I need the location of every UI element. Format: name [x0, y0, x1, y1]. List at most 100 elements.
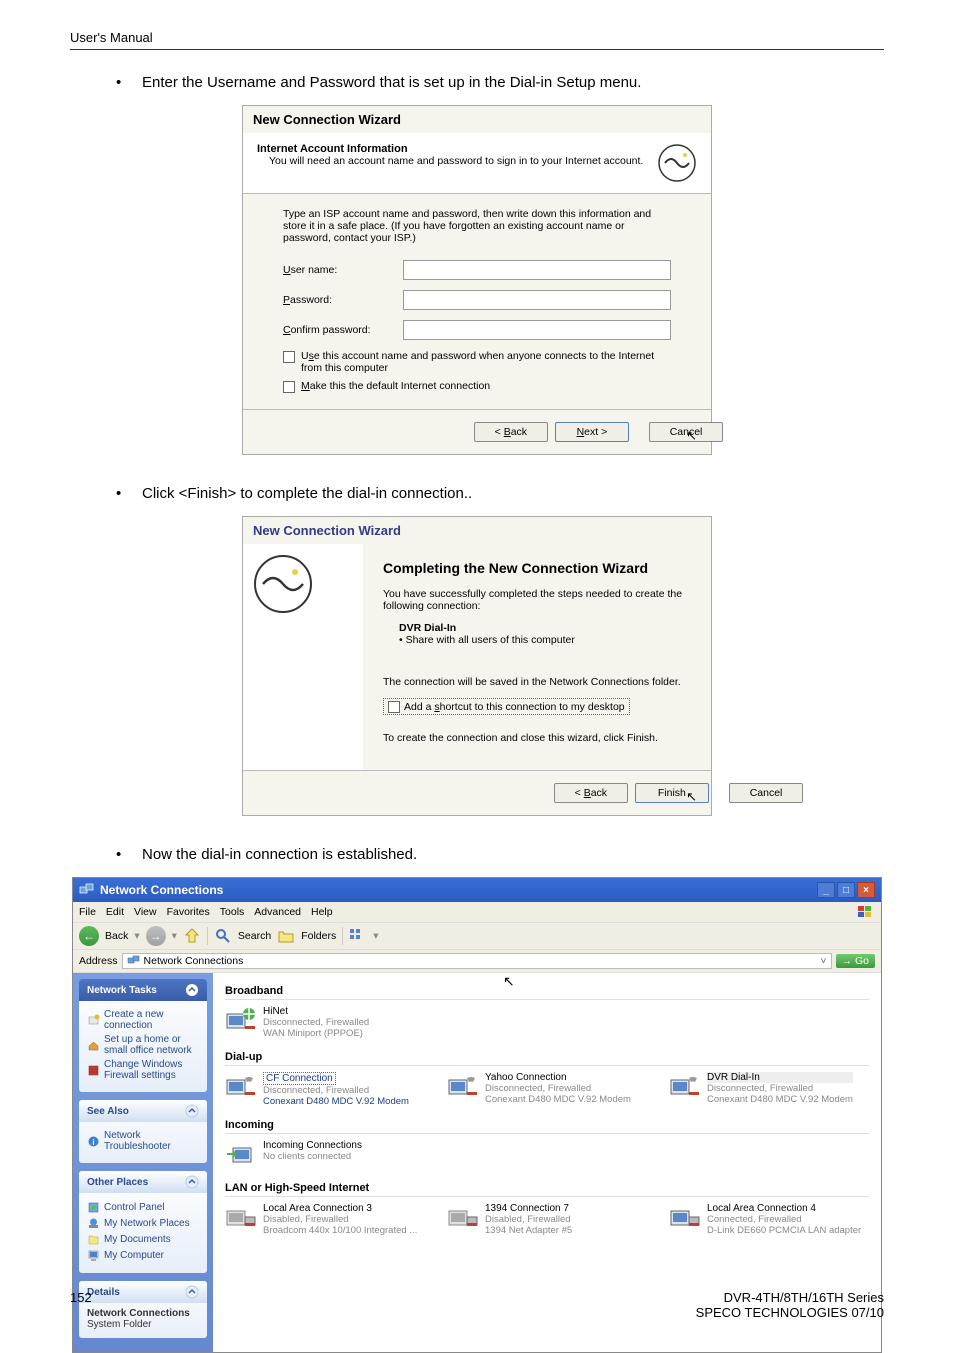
conn-incoming[interactable]: Incoming Connections No clients connecte…	[225, 1140, 425, 1170]
conn-status: Disconnected, Firewalled	[263, 1085, 409, 1096]
panel-head-network-tasks[interactable]: Network Tasks	[79, 979, 207, 1001]
panel-head-see-also[interactable]: See Also	[79, 1100, 207, 1122]
conn-device: Conexant D480 MDC V.92 Modem	[263, 1096, 409, 1107]
forward-nav-button[interactable]: →	[146, 926, 166, 946]
wizard2-titlebar: New Connection Wizard	[243, 517, 711, 544]
check2-row[interactable]: Make this the default Internet connectio…	[283, 380, 671, 393]
conn-name: Local Area Connection 3	[263, 1203, 417, 1214]
menu-file[interactable]: File	[79, 906, 96, 918]
wizard1-header-sub: You will need an account name and passwo…	[257, 155, 657, 167]
dialup-connection-icon	[669, 1072, 701, 1102]
firewall-icon	[87, 1064, 100, 1077]
menu-view[interactable]: View	[134, 906, 157, 918]
sidebar-firewall[interactable]: Change Windows Firewall settings	[87, 1059, 199, 1081]
username-input[interactable]	[403, 260, 671, 280]
computer-icon	[87, 1249, 100, 1262]
network-connections-window: Network Connections _ □ × File Edit View…	[72, 877, 882, 1353]
search-label[interactable]: Search	[238, 930, 271, 942]
wizard2-text1: You have successfully completed the step…	[383, 588, 691, 612]
control-panel-icon	[87, 1201, 100, 1214]
sidebar-my-computer[interactable]: My Computer	[87, 1249, 199, 1262]
conn-1394[interactable]: 1394 Connection 7 Disabled, Firewalled 1…	[447, 1203, 647, 1236]
username-row: User name:	[283, 260, 671, 280]
sidebar-network-places[interactable]: My Network Places	[87, 1217, 199, 1230]
go-button[interactable]: → Go	[836, 954, 875, 968]
conn-name: Local Area Connection 4	[707, 1203, 861, 1214]
conn-status: Disconnected, Firewalled	[263, 1017, 369, 1028]
back-label[interactable]: Back	[105, 930, 128, 942]
search-icon[interactable]	[214, 927, 232, 945]
back-nav-button[interactable]: ←	[79, 926, 99, 946]
maximize-button[interactable]: □	[837, 882, 855, 898]
finish-button[interactable]: Finish	[635, 783, 709, 803]
checkbox-2[interactable]	[283, 381, 295, 393]
views-dropdown-icon[interactable]: ▾	[373, 930, 378, 942]
wizard2-footer: < Back Finish Cancel ↖	[243, 770, 711, 815]
conn-lac4[interactable]: Local Area Connection 4 Connected, Firew…	[669, 1203, 869, 1236]
sidebar-setup-network[interactable]: Set up a home or small office network	[87, 1034, 199, 1056]
conn-device: D-Link DE660 PCMCIA LAN adapter	[707, 1225, 861, 1236]
sidebar-troubleshooter[interactable]: iNetwork Troubleshooter	[87, 1130, 199, 1152]
conn-yahoo[interactable]: Yahoo Connection Disconnected, Firewalle…	[447, 1072, 647, 1107]
close-button[interactable]: ×	[857, 882, 875, 898]
wizard1-body-text: Type an ISP account name and password, t…	[283, 208, 671, 244]
nc-addressbar: Address Network Connections ˅ → Go	[73, 950, 881, 973]
address-dropdown-icon[interactable]: ˅	[820, 955, 826, 967]
confirm-input[interactable]	[403, 320, 671, 340]
back-button[interactable]: < Back	[554, 783, 628, 803]
folders-icon[interactable]	[277, 927, 295, 945]
menu-advanced[interactable]: Advanced	[254, 906, 301, 918]
panel-head-other-places[interactable]: Other Places	[79, 1171, 207, 1193]
menu-help[interactable]: Help	[311, 906, 333, 918]
conn-dvr-dialin[interactable]: DVR Dial-In Disconnected, Firewalled Con…	[669, 1072, 869, 1107]
instruction-2: •Click <Finish> to complete the dial-in …	[116, 485, 884, 502]
conn-device: WAN Miniport (PPPOE)	[263, 1028, 369, 1039]
menu-edit[interactable]: Edit	[106, 906, 124, 918]
panel-other-places: Other Places Control Panel My Network Pl…	[79, 1171, 207, 1273]
instruction-3-text: Now the dial-in connection is establishe…	[142, 846, 417, 863]
windows-flag-icon	[855, 904, 875, 920]
incoming-connection-icon	[225, 1140, 257, 1170]
nc-titlebar: Network Connections _ □ ×	[73, 878, 881, 902]
wizard1-body: Type an ISP account name and password, t…	[243, 194, 711, 409]
back-dropdown-icon[interactable]: ▾	[134, 930, 139, 942]
collapse-icon[interactable]	[185, 983, 199, 997]
desktop-shortcut-label: Add a shortcut to this connection to my …	[404, 701, 625, 713]
views-icon[interactable]	[349, 927, 367, 945]
desktop-shortcut-checkbox[interactable]: Add a shortcut to this connection to my …	[383, 698, 630, 715]
instruction-1-text: Enter the Username and Password that is …	[142, 74, 641, 91]
wizard2-text2: The connection will be saved in the Netw…	[383, 676, 691, 688]
up-icon[interactable]	[183, 927, 201, 945]
sidebar-control-panel[interactable]: Control Panel	[87, 1201, 199, 1214]
conn-name: Incoming Connections	[263, 1140, 362, 1151]
checkbox-1[interactable]	[283, 351, 295, 363]
menu-tools[interactable]: Tools	[220, 906, 245, 918]
menu-favorites[interactable]: Favorites	[167, 906, 210, 918]
collapse-icon[interactable]	[185, 1104, 199, 1118]
address-input[interactable]: Network Connections ˅	[122, 953, 832, 969]
group-lan: LAN or High-Speed Internet	[225, 1182, 869, 1197]
conn-hinet[interactable]: HiNet Disconnected, Firewalled WAN Minip…	[225, 1006, 425, 1039]
conn-device: Broadcom 440x 10/100 Integrated ...	[263, 1225, 417, 1236]
panel-see-also: See Also iNetwork Troubleshooter	[79, 1100, 207, 1163]
forward-dropdown-icon[interactable]: ▾	[172, 930, 177, 942]
sidebar-my-documents[interactable]: My Documents	[87, 1233, 199, 1246]
back-button[interactable]: < Back	[474, 422, 548, 442]
home-network-icon	[87, 1039, 100, 1052]
collapse-icon[interactable]	[185, 1175, 199, 1189]
next-button[interactable]: Next >	[555, 422, 629, 442]
check1-row[interactable]: Use this account name and password when …	[283, 350, 671, 374]
checkbox-icon[interactable]	[388, 701, 400, 713]
cancel-button[interactable]: Cancel	[729, 783, 803, 803]
footer-company: SPECO TECHNOLOGIES 07/10	[696, 1305, 884, 1320]
conn-cf[interactable]: CF Connection Disconnected, Firewalled C…	[225, 1072, 425, 1107]
conn-name: CF Connection	[263, 1072, 409, 1085]
minimize-button[interactable]: _	[817, 882, 835, 898]
conn-lac3[interactable]: Local Area Connection 3 Disabled, Firewa…	[225, 1203, 425, 1236]
network-icon	[127, 955, 141, 967]
new-connection-wizard-2: New Connection Wizard Completing the New…	[242, 516, 712, 816]
sidebar-create-connection[interactable]: Create a new connection	[87, 1009, 199, 1031]
password-input[interactable]	[403, 290, 671, 310]
new-connection-icon	[87, 1014, 100, 1027]
folders-label[interactable]: Folders	[301, 930, 336, 942]
